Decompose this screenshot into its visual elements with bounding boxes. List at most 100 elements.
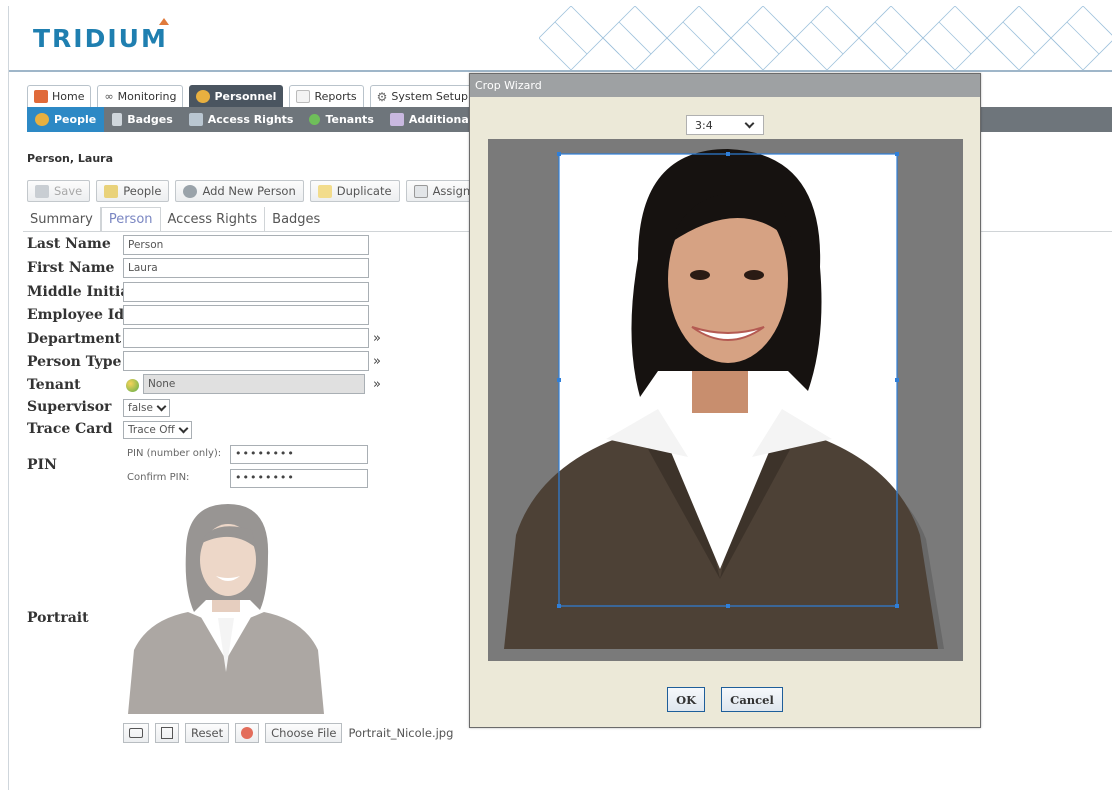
tab-reports-label: Reports — [314, 90, 357, 103]
ok-button[interactable]: OK — [667, 687, 706, 712]
gear-icon: ⚙ — [376, 89, 388, 104]
tenant-label: Tenant — [27, 377, 81, 393]
tab-badges[interactable]: Badges — [265, 207, 327, 232]
header-diamond-pattern — [539, 6, 1112, 70]
people-button-label: People — [123, 184, 162, 198]
aspect-ratio-select[interactable]: 3:4 — [686, 115, 764, 135]
trace-card-select[interactable]: Trace Off — [123, 421, 192, 439]
folder-icon — [104, 184, 119, 198]
last-name-label: Last Name — [27, 236, 111, 252]
duplicate-button-label: Duplicate — [336, 184, 392, 198]
department-field[interactable] — [123, 328, 369, 348]
tenant-icon — [309, 114, 321, 125]
tab-system-setup-label: System Setup — [391, 90, 468, 103]
supervisor-select[interactable]: false — [123, 399, 170, 417]
department-label: Department — [27, 331, 122, 347]
people-button[interactable]: People — [96, 180, 170, 202]
add-person-icon — [183, 184, 198, 198]
list-icon — [389, 113, 404, 126]
person-toolbar: Save People Add New Person Duplicate Ass… — [27, 180, 505, 202]
tab-personnel-label: Personnel — [214, 90, 277, 103]
delete-icon — [241, 727, 254, 739]
employee-id-label: Employee Id — [27, 307, 125, 323]
supervisor-value: false — [128, 402, 153, 414]
crop-icon — [161, 727, 173, 739]
home-icon — [34, 90, 48, 103]
subnav-access-rights-label: Access Rights — [207, 113, 294, 126]
pin-number-label: PIN (number only): — [127, 448, 222, 459]
person-type-field[interactable] — [123, 351, 369, 371]
trace-card-label: Trace Card — [27, 421, 113, 437]
first-name-label: First Name — [27, 260, 115, 276]
subnav-tenants-label: Tenants — [325, 113, 374, 126]
aspect-ratio-value: 3:4 — [695, 118, 713, 132]
tab-monitoring[interactable]: ∞ Monitoring — [97, 85, 184, 107]
employee-id-field[interactable] — [123, 305, 369, 325]
tenant-field[interactable]: None — [143, 374, 365, 394]
subnav-access-rights[interactable]: Access Rights — [181, 107, 302, 132]
tab-person[interactable]: Person — [100, 207, 161, 232]
crop-button[interactable] — [155, 723, 179, 743]
supervisor-label: Supervisor — [27, 399, 112, 415]
delete-portrait-button[interactable] — [235, 723, 260, 743]
last-name-field[interactable]: Person — [123, 235, 369, 255]
person-title: Person, Laura — [27, 152, 114, 165]
camera-button[interactable] — [123, 723, 149, 743]
tab-reports[interactable]: Reports — [289, 85, 364, 107]
badge-icon — [112, 113, 123, 126]
add-new-person-label: Add New Person — [202, 184, 296, 198]
tab-personnel[interactable]: Personnel — [189, 85, 284, 107]
chevron-down-icon — [178, 423, 189, 434]
save-icon — [35, 184, 49, 198]
trace-card-value: Trace Off — [128, 424, 175, 436]
assign-icon — [413, 184, 428, 198]
crop-canvas[interactable] — [488, 139, 963, 661]
dialog-buttons: OK Cancel — [470, 687, 980, 712]
portrait-tools: Reset Choose File Portrait_Nicole.jpg — [123, 723, 453, 743]
subnav-people-label: People — [54, 113, 97, 126]
app-header: TRIDIUM — [9, 6, 1112, 72]
duplicate-icon — [317, 184, 332, 198]
subnav-people[interactable]: People — [27, 107, 105, 132]
department-more-button[interactable]: » — [373, 331, 381, 346]
tab-home[interactable]: Home — [27, 85, 92, 107]
add-new-person-button[interactable]: Add New Person — [175, 180, 304, 202]
chevron-down-icon — [744, 118, 755, 129]
duplicate-button[interactable]: Duplicate — [309, 180, 400, 202]
first-name-field[interactable]: Laura — [123, 258, 369, 278]
person-type-more-button[interactable]: » — [373, 354, 381, 369]
confirm-pin-field[interactable]: •••••••• — [230, 469, 368, 488]
people-icon — [35, 113, 49, 126]
chosen-file-name: Portrait_Nicole.jpg — [348, 726, 454, 740]
camera-icon — [129, 728, 143, 738]
pin-field[interactable]: •••••••• — [230, 445, 368, 464]
tab-summary[interactable]: Summary — [23, 207, 101, 232]
access-icon — [188, 113, 203, 126]
choose-file-button[interactable]: Choose File — [265, 723, 343, 743]
tenant-globe-icon — [126, 379, 139, 392]
tab-system-setup[interactable]: ⚙ System Setup — [369, 85, 475, 107]
portrait-label: Portrait — [27, 610, 89, 626]
middle-initial-label: Middle Initial — [27, 284, 135, 300]
subnav-badges[interactable]: Badges — [104, 107, 181, 132]
confirm-pin-label: Confirm PIN: — [127, 472, 190, 483]
subnav-tenants[interactable]: Tenants — [301, 107, 381, 132]
pin-label: PIN — [27, 457, 57, 473]
tab-monitoring-label: Monitoring — [117, 90, 177, 103]
person-subtabs: Summary Person Access Rights Badges — [23, 207, 327, 232]
tab-access-rights[interactable]: Access Rights — [161, 207, 266, 232]
dialog-title: Crop Wizard — [470, 74, 980, 97]
tenant-more-button[interactable]: » — [373, 377, 381, 392]
chevron-down-icon — [156, 401, 167, 412]
crop-photo — [504, 149, 944, 649]
binoculars-icon: ∞ — [104, 90, 114, 103]
crop-wizard-dialog: Crop Wizard 3:4 OK Cancel — [469, 73, 981, 728]
cancel-button[interactable]: Cancel — [721, 687, 783, 712]
save-button[interactable]: Save — [27, 180, 91, 202]
reset-button[interactable]: Reset — [185, 723, 230, 743]
save-button-label: Save — [54, 184, 83, 198]
tridium-logo: TRIDIUM — [33, 24, 168, 53]
logo-accent-icon — [159, 18, 169, 25]
people-icon — [196, 90, 211, 103]
middle-initial-field[interactable] — [123, 282, 369, 302]
